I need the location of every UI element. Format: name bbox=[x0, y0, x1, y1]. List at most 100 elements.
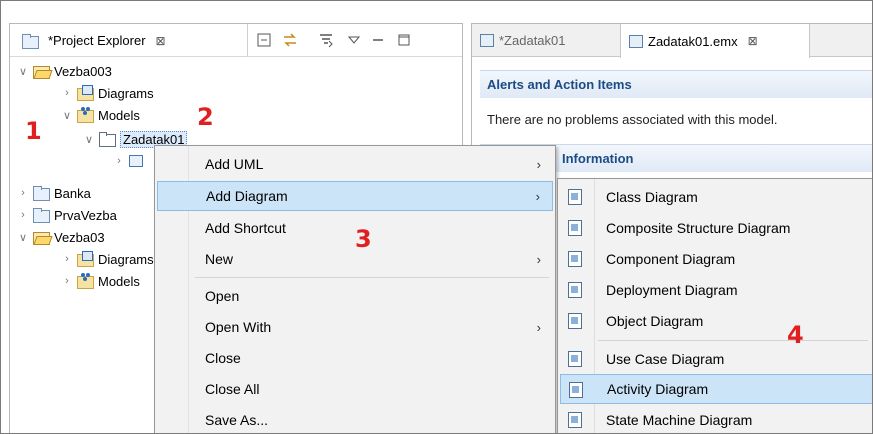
project-explorer-icon bbox=[21, 33, 39, 49]
editor-tab-label: *Zadatak01 bbox=[499, 33, 566, 48]
collapse-all-icon[interactable] bbox=[254, 30, 274, 50]
context-menu: Add UML › Add Diagram › Add Shortcut New… bbox=[154, 145, 556, 433]
filter-icon[interactable] bbox=[316, 30, 336, 50]
state-machine-diagram-icon bbox=[568, 412, 582, 428]
menu-item-label: Component Diagram bbox=[606, 251, 736, 267]
open-project-icon bbox=[32, 229, 50, 245]
submenu-item-activity-diagram[interactable]: Activity Diagram bbox=[560, 374, 872, 404]
chevron-right-icon[interactable]: › bbox=[60, 275, 74, 287]
menu-item-label: Use Case Diagram bbox=[606, 351, 725, 367]
project-icon bbox=[32, 207, 50, 223]
submenu-item-class-diagram[interactable]: Class Diagram bbox=[560, 182, 872, 212]
class-diagram-icon bbox=[568, 189, 582, 205]
tree-item-label: PrvaVezba bbox=[54, 207, 117, 223]
editor-tab-zadatak01-emx[interactable]: Zadatak01.emx ⊠ bbox=[620, 24, 810, 58]
tree-item-label: Banka bbox=[54, 185, 91, 201]
chevron-down-icon[interactable]: ∨ bbox=[16, 65, 30, 78]
diagram-file-icon bbox=[480, 34, 494, 47]
model-file-icon bbox=[629, 34, 643, 48]
component-diagram-icon bbox=[568, 251, 582, 267]
editor-tab-zadatak01[interactable]: *Zadatak01 bbox=[472, 24, 620, 57]
open-project-icon bbox=[32, 63, 50, 79]
menu-item-close-all[interactable]: Close All bbox=[157, 374, 553, 404]
use-case-diagram-icon bbox=[568, 351, 582, 367]
chevron-right-icon[interactable]: › bbox=[60, 87, 74, 99]
project-explorer-tab-label: *Project Explorer bbox=[48, 33, 146, 48]
submenu-arrow-icon: › bbox=[536, 319, 541, 335]
add-diagram-submenu: Class Diagram Composite Structure Diagra… bbox=[557, 178, 872, 433]
chevron-down-icon[interactable]: ∨ bbox=[60, 109, 74, 122]
menu-item-label: Class Diagram bbox=[606, 189, 698, 205]
menu-separator bbox=[195, 277, 549, 278]
maximize-icon[interactable] bbox=[394, 30, 414, 50]
menu-item-label: Open bbox=[205, 288, 240, 304]
link-with-editor-icon[interactable] bbox=[280, 30, 300, 50]
close-icon[interactable]: ⊠ bbox=[156, 34, 166, 48]
tree-item-label: Diagrams bbox=[98, 85, 154, 101]
menu-separator bbox=[598, 340, 868, 341]
editor-tab-label: Zadatak01.emx bbox=[648, 33, 738, 49]
chevron-right-icon[interactable]: › bbox=[16, 187, 30, 199]
tree-item-vezba003[interactable]: ∨ Vezba003 bbox=[16, 60, 112, 82]
tree-item-prvavezba[interactable]: › PrvaVezba bbox=[16, 204, 117, 226]
activity-diagram-icon bbox=[569, 382, 583, 398]
menu-item-open-with[interactable]: Open With › bbox=[157, 312, 553, 342]
menu-item-label: Close All bbox=[205, 381, 260, 397]
menu-item-label: Add Diagram bbox=[206, 188, 288, 204]
tree-item-banka[interactable]: › Banka bbox=[16, 182, 91, 204]
menu-item-label: New bbox=[205, 251, 234, 267]
submenu-item-use-case-diagram[interactable]: Use Case Diagram bbox=[560, 344, 872, 374]
chevron-right-icon[interactable]: › bbox=[16, 209, 30, 221]
chevron-down-icon[interactable]: ∨ bbox=[16, 231, 30, 244]
menu-item-label: Close bbox=[205, 350, 241, 366]
tree-item-diagram-child[interactable]: › bbox=[112, 150, 146, 172]
submenu-item-deployment-diagram[interactable]: Deployment Diagram bbox=[560, 275, 872, 305]
tree-item-label: Models bbox=[98, 107, 140, 123]
models-folder-icon bbox=[76, 107, 94, 123]
step-marker-4: 4 bbox=[787, 321, 804, 349]
tree-item-label: Models bbox=[98, 273, 140, 289]
tree-item-models-2[interactable]: › Models bbox=[60, 270, 140, 292]
editor-tabbar: *Zadatak01 Zadatak01.emx ⊠ bbox=[472, 24, 872, 58]
diagrams-folder-icon bbox=[76, 251, 94, 267]
diagram-node-icon bbox=[129, 155, 143, 167]
menu-item-add-uml[interactable]: Add UML › bbox=[157, 149, 553, 179]
step-marker-2: 2 bbox=[197, 103, 214, 131]
menu-item-label: Add UML bbox=[205, 156, 264, 172]
project-icon bbox=[32, 185, 50, 201]
tree-item-vezba03[interactable]: ∨ Vezba03 bbox=[16, 226, 105, 248]
diagrams-folder-icon bbox=[76, 85, 94, 101]
minimize-icon[interactable] bbox=[368, 30, 388, 50]
menu-item-label: State Machine Diagram bbox=[606, 412, 753, 428]
chevron-right-icon[interactable]: › bbox=[112, 155, 126, 167]
menu-item-label: Object Diagram bbox=[606, 313, 704, 329]
menu-item-label: Deployment Diagram bbox=[606, 282, 738, 298]
close-icon[interactable]: ⊠ bbox=[748, 34, 758, 48]
submenu-arrow-icon: › bbox=[536, 156, 541, 172]
composite-structure-diagram-icon bbox=[568, 220, 582, 236]
step-marker-1: 1 bbox=[25, 117, 42, 145]
tree-item-diagrams[interactable]: › Diagrams bbox=[60, 82, 154, 104]
chevron-down-icon[interactable]: ∨ bbox=[82, 133, 96, 146]
menu-item-close[interactable]: Close bbox=[157, 343, 553, 373]
alerts-section-header[interactable]: Alerts and Action Items bbox=[480, 70, 872, 98]
tree-item-diagrams-2[interactable]: › Diagrams bbox=[60, 248, 154, 270]
project-explorer-tabbar: *Project Explorer ⊠ bbox=[10, 24, 462, 57]
submenu-item-component-diagram[interactable]: Component Diagram bbox=[560, 244, 872, 274]
submenu-item-composite-structure-diagram[interactable]: Composite Structure Diagram bbox=[560, 213, 872, 243]
tree-item-models[interactable]: ∨ Models bbox=[60, 104, 140, 126]
eclipse-window: *Project Explorer ⊠ ∨ Vezba003 › Diagram… bbox=[0, 0, 873, 434]
menu-item-open[interactable]: Open bbox=[157, 281, 553, 311]
menu-item-label: Open With bbox=[205, 319, 272, 335]
chevron-right-icon[interactable]: › bbox=[60, 253, 74, 265]
models-folder-icon bbox=[76, 273, 94, 289]
submenu-item-state-machine-diagram[interactable]: State Machine Diagram bbox=[560, 405, 872, 433]
deployment-diagram-icon bbox=[568, 282, 582, 298]
menu-item-add-diagram[interactable]: Add Diagram › bbox=[157, 181, 553, 211]
menu-item-save-as[interactable]: Save As... bbox=[157, 405, 553, 433]
submenu-arrow-icon: › bbox=[535, 188, 540, 204]
project-explorer-tab[interactable]: *Project Explorer ⊠ bbox=[10, 24, 248, 57]
tree-item-label: Vezba003 bbox=[54, 63, 112, 79]
view-menu-icon[interactable] bbox=[344, 30, 364, 50]
submenu-item-object-diagram[interactable]: Object Diagram bbox=[560, 306, 872, 336]
